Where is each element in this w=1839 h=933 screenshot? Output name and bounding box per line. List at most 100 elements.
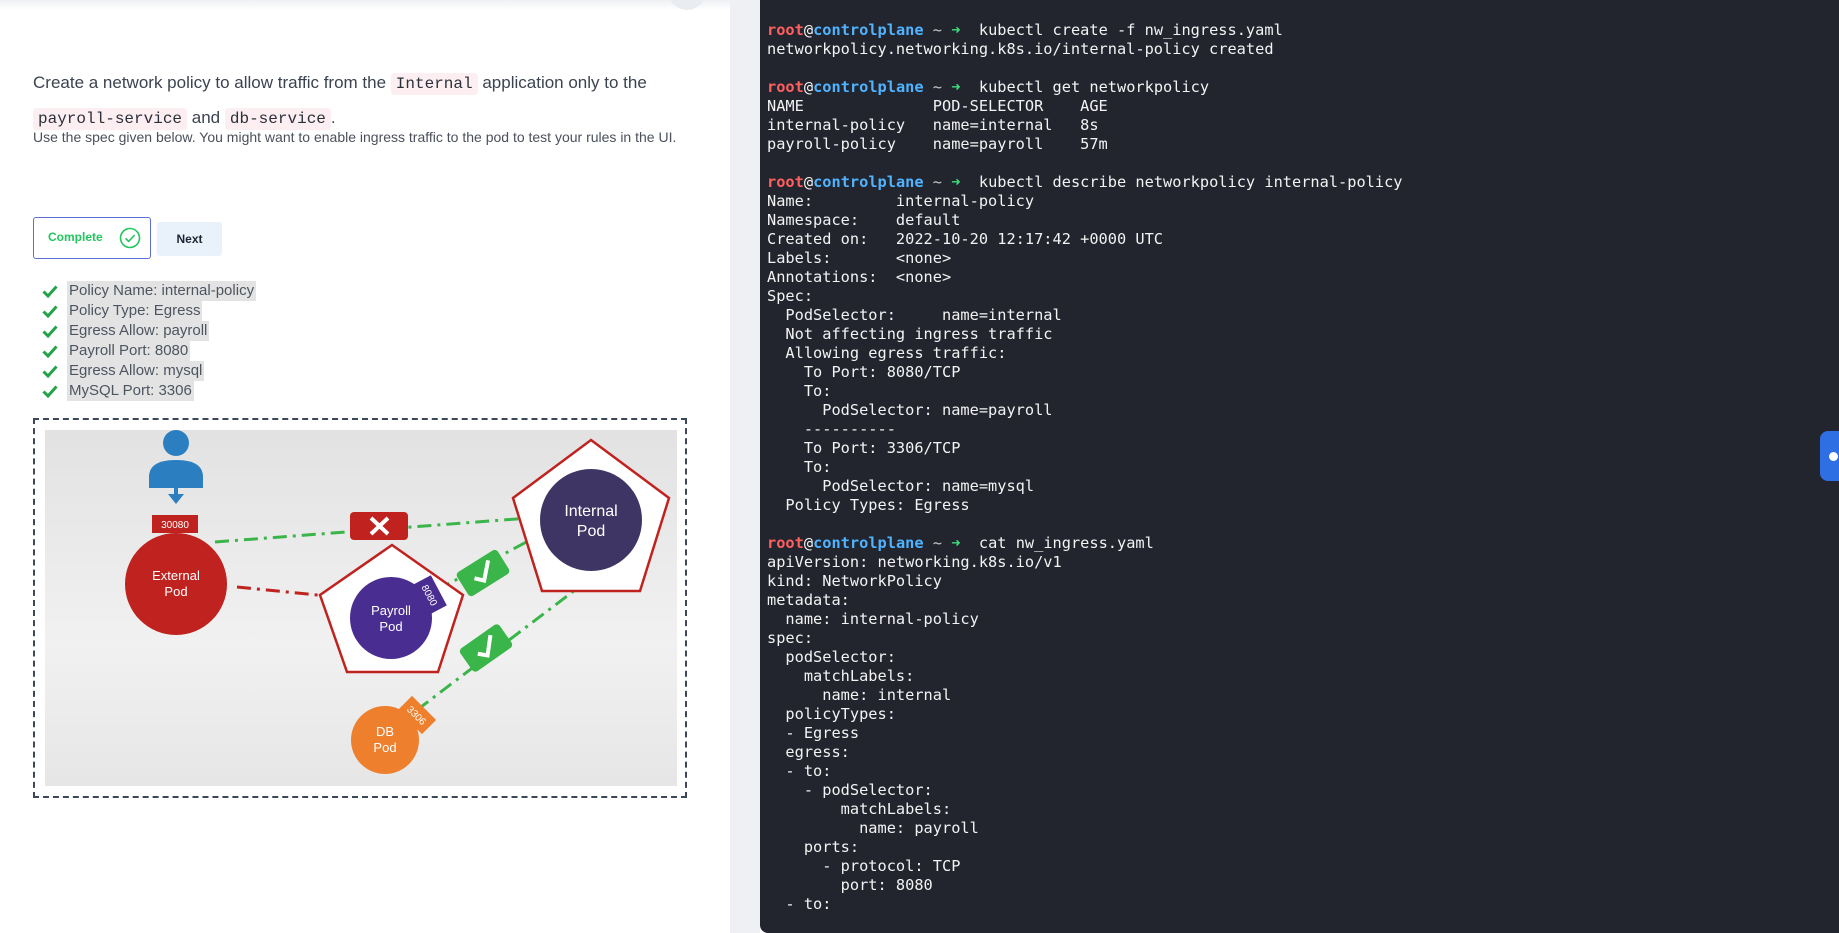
terminal-output-line: Annotations: <none> [767,268,952,286]
terminal-output-line: - to: [767,895,832,913]
prompt-host: controlplane [813,21,924,39]
prompt-user: root [767,78,804,96]
terminal-output-line: podSelector: [767,648,896,666]
db-pod-label-2: Pod [373,740,396,755]
prompt-at: @ [803,173,814,191]
complete-button[interactable]: Complete [33,217,151,259]
terminal-output-line: - podSelector: [767,781,933,799]
internal-pod [540,469,642,571]
terminal-output-line: Allowing egress traffic: [767,344,1007,362]
prompt-at: @ [803,78,814,96]
app-name-code: Internal [390,73,478,95]
terminal-output-line: metadata: [767,591,850,609]
checklist-text: Payroll Port: 8080 [67,341,191,361]
terminal-output-line: egress: [767,743,850,761]
terminal-output-line: Labels: <none> [767,249,952,267]
payroll-pod-label-2: Pod [379,619,402,634]
terminal-output-line: - protocol: TCP [767,857,961,875]
checklist-text: Policy Type: Egress [67,301,203,321]
check-icon [42,285,58,298]
terminal-output-line: Created on: 2022-10-20 12:17:42 +0000 UT… [767,230,1164,248]
terminal-output-line: Policy Types: Egress [767,496,970,514]
terminal-output-line: kind: NetworkPolicy [767,572,942,590]
diagram-frame: 30080 External Pod Payroll Pod 8080 Inte… [33,418,687,798]
terminal-output-line: Not affecting ingress traffic [767,325,1053,343]
checklist-text: Policy Name: internal-policy [67,281,257,301]
checklist-item: MySQL Port: 3306 [42,381,256,401]
checklist-item: Policy Name: internal-policy [42,281,257,301]
period-text: . [330,108,336,127]
task-subtext: Use the spec given below. You might want… [33,129,677,145]
terminal-output-line: policyTypes: [767,705,896,723]
service2-code: db-service [224,108,331,130]
requirements-checklist: Policy Name: internal-policy Policy Type… [42,281,257,401]
terminal-output-line: ports: [767,838,860,856]
prompt-at: @ [803,21,814,39]
terminal-output-line: - to: [767,762,832,780]
checklist-item: Egress Allow: mysql [42,361,256,381]
checklist-text: MySQL Port: 3306 [67,381,194,401]
terminal-output-line: To: [767,382,832,400]
terminal-output-line: To Port: 3306/TCP [767,439,961,457]
next-button[interactable]: Next [157,222,222,256]
prompt-user: root [767,21,804,39]
terminal-output-line: PodSelector: name=mysql [767,477,1035,495]
complete-label: Complete [48,230,103,244]
check-icon [42,385,58,398]
prompt-arrow-icon: ➜ [951,78,961,96]
task-panel: Create a network policy to allow traffic… [0,0,730,933]
side-drawer-tab[interactable] [1820,431,1839,481]
terminal-output-line: Namespace: default [767,211,961,229]
deny-x-icon [350,512,408,540]
terminal[interactable]: root@controlplane ~ ➜ kubectl create -f … [760,0,1839,933]
terminal-output-line: NAME POD-SELECTOR AGE [767,97,1108,115]
terminal-output-line: internal-policy name=internal 8s [767,116,1099,134]
db-pod-label-1: DB [376,724,394,739]
user-port-label: 30080 [161,520,189,531]
terminal-command: kubectl get networkpolicy [978,78,1210,96]
external-pod-label-2: Pod [164,584,187,599]
terminal-output-line: name: internal [767,686,952,704]
check-icon [42,345,58,358]
terminal-output-line: spec: [767,629,814,647]
terminal-output-line: ---------- [767,420,896,438]
terminal-output-line: To Port: 8080/TCP [767,363,961,381]
terminal-prompt-line: root@controlplane ~ ➜ kubectl create -f … [767,21,1403,40]
terminal-command: cat nw_ingress.yaml [978,534,1154,552]
terminal-output-line: Name: internal-policy [767,192,1035,210]
prompt-arrow-icon: ➜ [951,21,961,39]
check-circle-icon [119,227,141,249]
terminal-output-line: payroll-policy name=payroll 57m [767,135,1108,153]
task-text-1: Create a network policy to allow traffic… [33,73,387,92]
network-diagram: 30080 External Pod Payroll Pod 8080 Inte… [45,430,677,786]
check-icon [42,305,58,318]
prompt-host: controlplane [813,173,924,191]
terminal-prompt-line: root@controlplane ~ ➜ kubectl describe n… [767,173,1403,192]
terminal-output-line: name: internal-policy [767,610,979,628]
checklist-text: Egress Allow: payroll [67,321,210,341]
terminal-output-line: To: [767,458,832,476]
terminal-output-line: PodSelector: name=payroll [767,401,1053,419]
terminal-command: kubectl describe networkpolicy internal-… [978,173,1403,191]
terminal-output-line: port: 8080 [767,876,933,894]
terminal-output-line: matchLabels: [767,667,915,685]
terminal-prompt-line: root@controlplane ~ ➜ kubectl get networ… [767,78,1403,97]
internal-pod-label-1: Internal [564,503,617,520]
external-pod-label-1: External [152,568,200,583]
terminal-output-line: matchLabels: [767,800,952,818]
prompt-arrow-icon: ➜ [951,173,961,191]
checklist-item: Payroll Port: 8080 [42,341,256,361]
task-description: Create a network policy to allow traffic… [33,66,693,136]
terminal-output: root@controlplane ~ ➜ kubectl create -f … [767,21,1403,914]
service1-code: payroll-service [33,108,188,130]
check-icon [42,325,58,338]
payroll-pod-label-1: Payroll [371,603,411,618]
panel-divider[interactable] [730,0,760,933]
prompt-cwd: ~ [923,78,952,96]
dot-icon [1829,452,1838,461]
prompt-cwd: ~ [923,534,952,552]
terminal-output-line: apiVersion: networking.k8s.io/v1 [767,553,1062,571]
